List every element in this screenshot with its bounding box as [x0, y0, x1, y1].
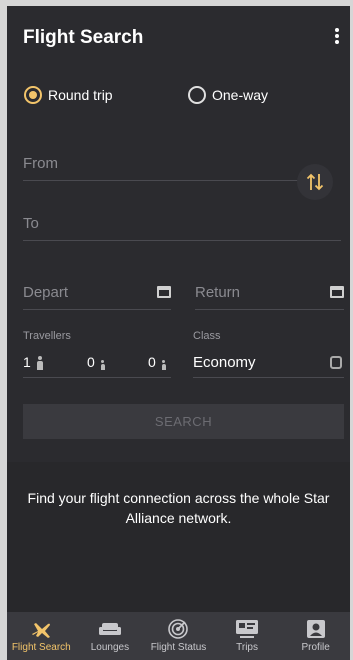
to-placeholder: To — [23, 215, 39, 232]
class-label: Class — [193, 330, 221, 342]
return-placeholder: Return — [195, 284, 241, 301]
plane-icon — [29, 618, 53, 640]
bottom-nav: Flight Search Lounges Flight Status Trip… — [7, 612, 350, 660]
search-button[interactable]: SEARCH — [23, 404, 344, 439]
radio-selected-icon — [24, 86, 42, 104]
from-placeholder: From — [23, 155, 58, 172]
more-vertical-icon[interactable] — [334, 28, 340, 48]
info-text: Find your flight connection across the w… — [27, 490, 330, 526]
nav-flight-status[interactable]: Flight Status — [144, 612, 213, 660]
infants-count: 0 — [148, 354, 166, 370]
round-trip-radio[interactable]: Round trip — [24, 86, 113, 104]
class-field[interactable]: Economy — [193, 352, 344, 378]
seat-icon — [330, 356, 342, 369]
depart-placeholder: Depart — [23, 284, 69, 301]
nav-trips[interactable]: Trips — [213, 612, 282, 660]
round-trip-label: Round trip — [48, 87, 113, 103]
page-title: Flight Search — [23, 27, 144, 48]
info-panel: Find your flight connection across the w… — [7, 462, 350, 612]
infant-icon — [161, 360, 166, 370]
travellers-label: Travellers — [23, 330, 71, 342]
class-value: Economy — [193, 354, 256, 371]
swap-button[interactable] — [297, 164, 333, 200]
radar-icon — [166, 618, 190, 640]
nav-profile[interactable]: Profile — [281, 612, 350, 660]
user-icon — [304, 618, 328, 640]
child-icon — [100, 360, 105, 370]
nav-lounges[interactable]: Lounges — [76, 612, 145, 660]
to-field[interactable]: To — [23, 211, 341, 241]
adults-count: 1 — [23, 354, 43, 370]
app-screen: Flight Search Round trip One-way From To… — [7, 6, 350, 660]
ticket-icon — [235, 618, 259, 640]
from-field[interactable]: From — [23, 151, 298, 181]
one-way-radio[interactable]: One-way — [188, 86, 268, 104]
children-count: 0 — [87, 354, 105, 370]
calendar-icon — [157, 286, 171, 298]
sofa-icon — [98, 618, 122, 640]
top-app-bar: Flight Search — [7, 6, 350, 70]
return-field[interactable]: Return — [195, 282, 344, 310]
depart-field[interactable]: Depart — [23, 282, 171, 310]
trip-type-group: Round trip One-way — [7, 86, 350, 110]
calendar-icon — [330, 286, 344, 298]
radio-unselected-icon — [188, 86, 206, 104]
one-way-label: One-way — [212, 87, 269, 103]
nav-flight-search[interactable]: Flight Search — [7, 612, 76, 660]
travellers-field[interactable]: 1 0 0 — [23, 352, 171, 378]
swap-vertical-icon — [306, 173, 324, 191]
adult-icon — [36, 356, 43, 370]
